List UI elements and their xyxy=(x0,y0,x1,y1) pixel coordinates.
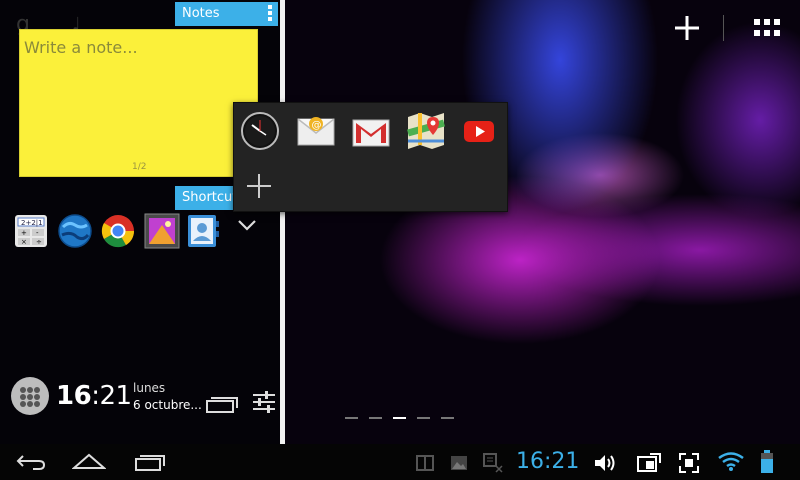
page-dot-active[interactable] xyxy=(393,417,406,419)
gallery-icon[interactable] xyxy=(144,213,180,249)
battery-icon[interactable] xyxy=(760,450,774,474)
back-icon[interactable] xyxy=(15,452,47,472)
usb-debugging-notification-icon[interactable] xyxy=(482,452,504,474)
launcher-button[interactable] xyxy=(11,377,49,415)
fullscreen-icon[interactable] xyxy=(678,452,700,474)
recent-apps-icon[interactable] xyxy=(134,452,166,472)
screen-rotation-icon[interactable] xyxy=(636,453,662,473)
home-icon[interactable] xyxy=(72,452,106,470)
overflow-menu-icon[interactable] xyxy=(268,5,272,23)
clock-day: lunes xyxy=(133,381,166,395)
status-bar-time[interactable]: 16:21 xyxy=(516,449,579,474)
notes-widget-header[interactable]: Notes xyxy=(175,2,278,26)
email-icon[interactable]: @ xyxy=(296,111,336,151)
chevron-down-icon[interactable] xyxy=(236,218,258,232)
svg-text:2+2|1: 2+2|1 xyxy=(21,219,43,227)
panel-divider[interactable] xyxy=(280,0,285,444)
image-notification-icon[interactable] xyxy=(450,455,468,471)
app-folder-popup: @ xyxy=(233,102,508,212)
clock-icon[interactable] xyxy=(240,111,280,151)
page-dot[interactable] xyxy=(441,417,454,419)
clock-hours: 16 xyxy=(56,381,92,411)
note-placeholder: Write a note... xyxy=(24,38,138,57)
svg-text:@: @ xyxy=(312,120,322,131)
clock-minutes: :21 xyxy=(91,381,132,411)
volume-icon[interactable] xyxy=(593,453,617,473)
youtube-icon[interactable] xyxy=(460,111,500,151)
svg-text:÷: ÷ xyxy=(36,238,42,246)
add-app-icon[interactable] xyxy=(246,173,272,199)
svg-text:+: + xyxy=(21,229,27,237)
recent-windows-icon[interactable] xyxy=(205,392,241,414)
reader-notification-icon[interactable] xyxy=(416,454,434,472)
page-dot[interactable] xyxy=(345,417,358,419)
maps-icon[interactable] xyxy=(406,111,446,151)
svg-text:×: × xyxy=(21,238,27,246)
note-page-indicator: 1/2 xyxy=(132,162,147,172)
clock-date: 6 octubre... xyxy=(133,398,202,412)
app-drawer-icon[interactable] xyxy=(754,19,782,37)
note-card[interactable]: Write a note... 1/2 xyxy=(19,29,258,177)
settings-sliders-icon[interactable] xyxy=(251,389,277,415)
wifi-icon[interactable] xyxy=(718,452,744,472)
clock-widget-time[interactable]: 16:21 xyxy=(56,381,132,411)
gmail-icon[interactable] xyxy=(351,111,391,151)
browser-icon[interactable] xyxy=(57,213,93,249)
page-dot[interactable] xyxy=(417,417,430,419)
calculator-icon[interactable]: 2+2|1 + - × ÷ xyxy=(13,213,49,249)
toolbar-separator xyxy=(723,15,724,41)
contacts-icon[interactable] xyxy=(185,213,221,249)
add-widget-icon[interactable] xyxy=(673,14,701,42)
notes-title: Notes xyxy=(182,6,220,21)
page-indicator xyxy=(345,417,465,436)
chrome-icon[interactable] xyxy=(100,213,136,249)
page-dot[interactable] xyxy=(369,417,382,419)
